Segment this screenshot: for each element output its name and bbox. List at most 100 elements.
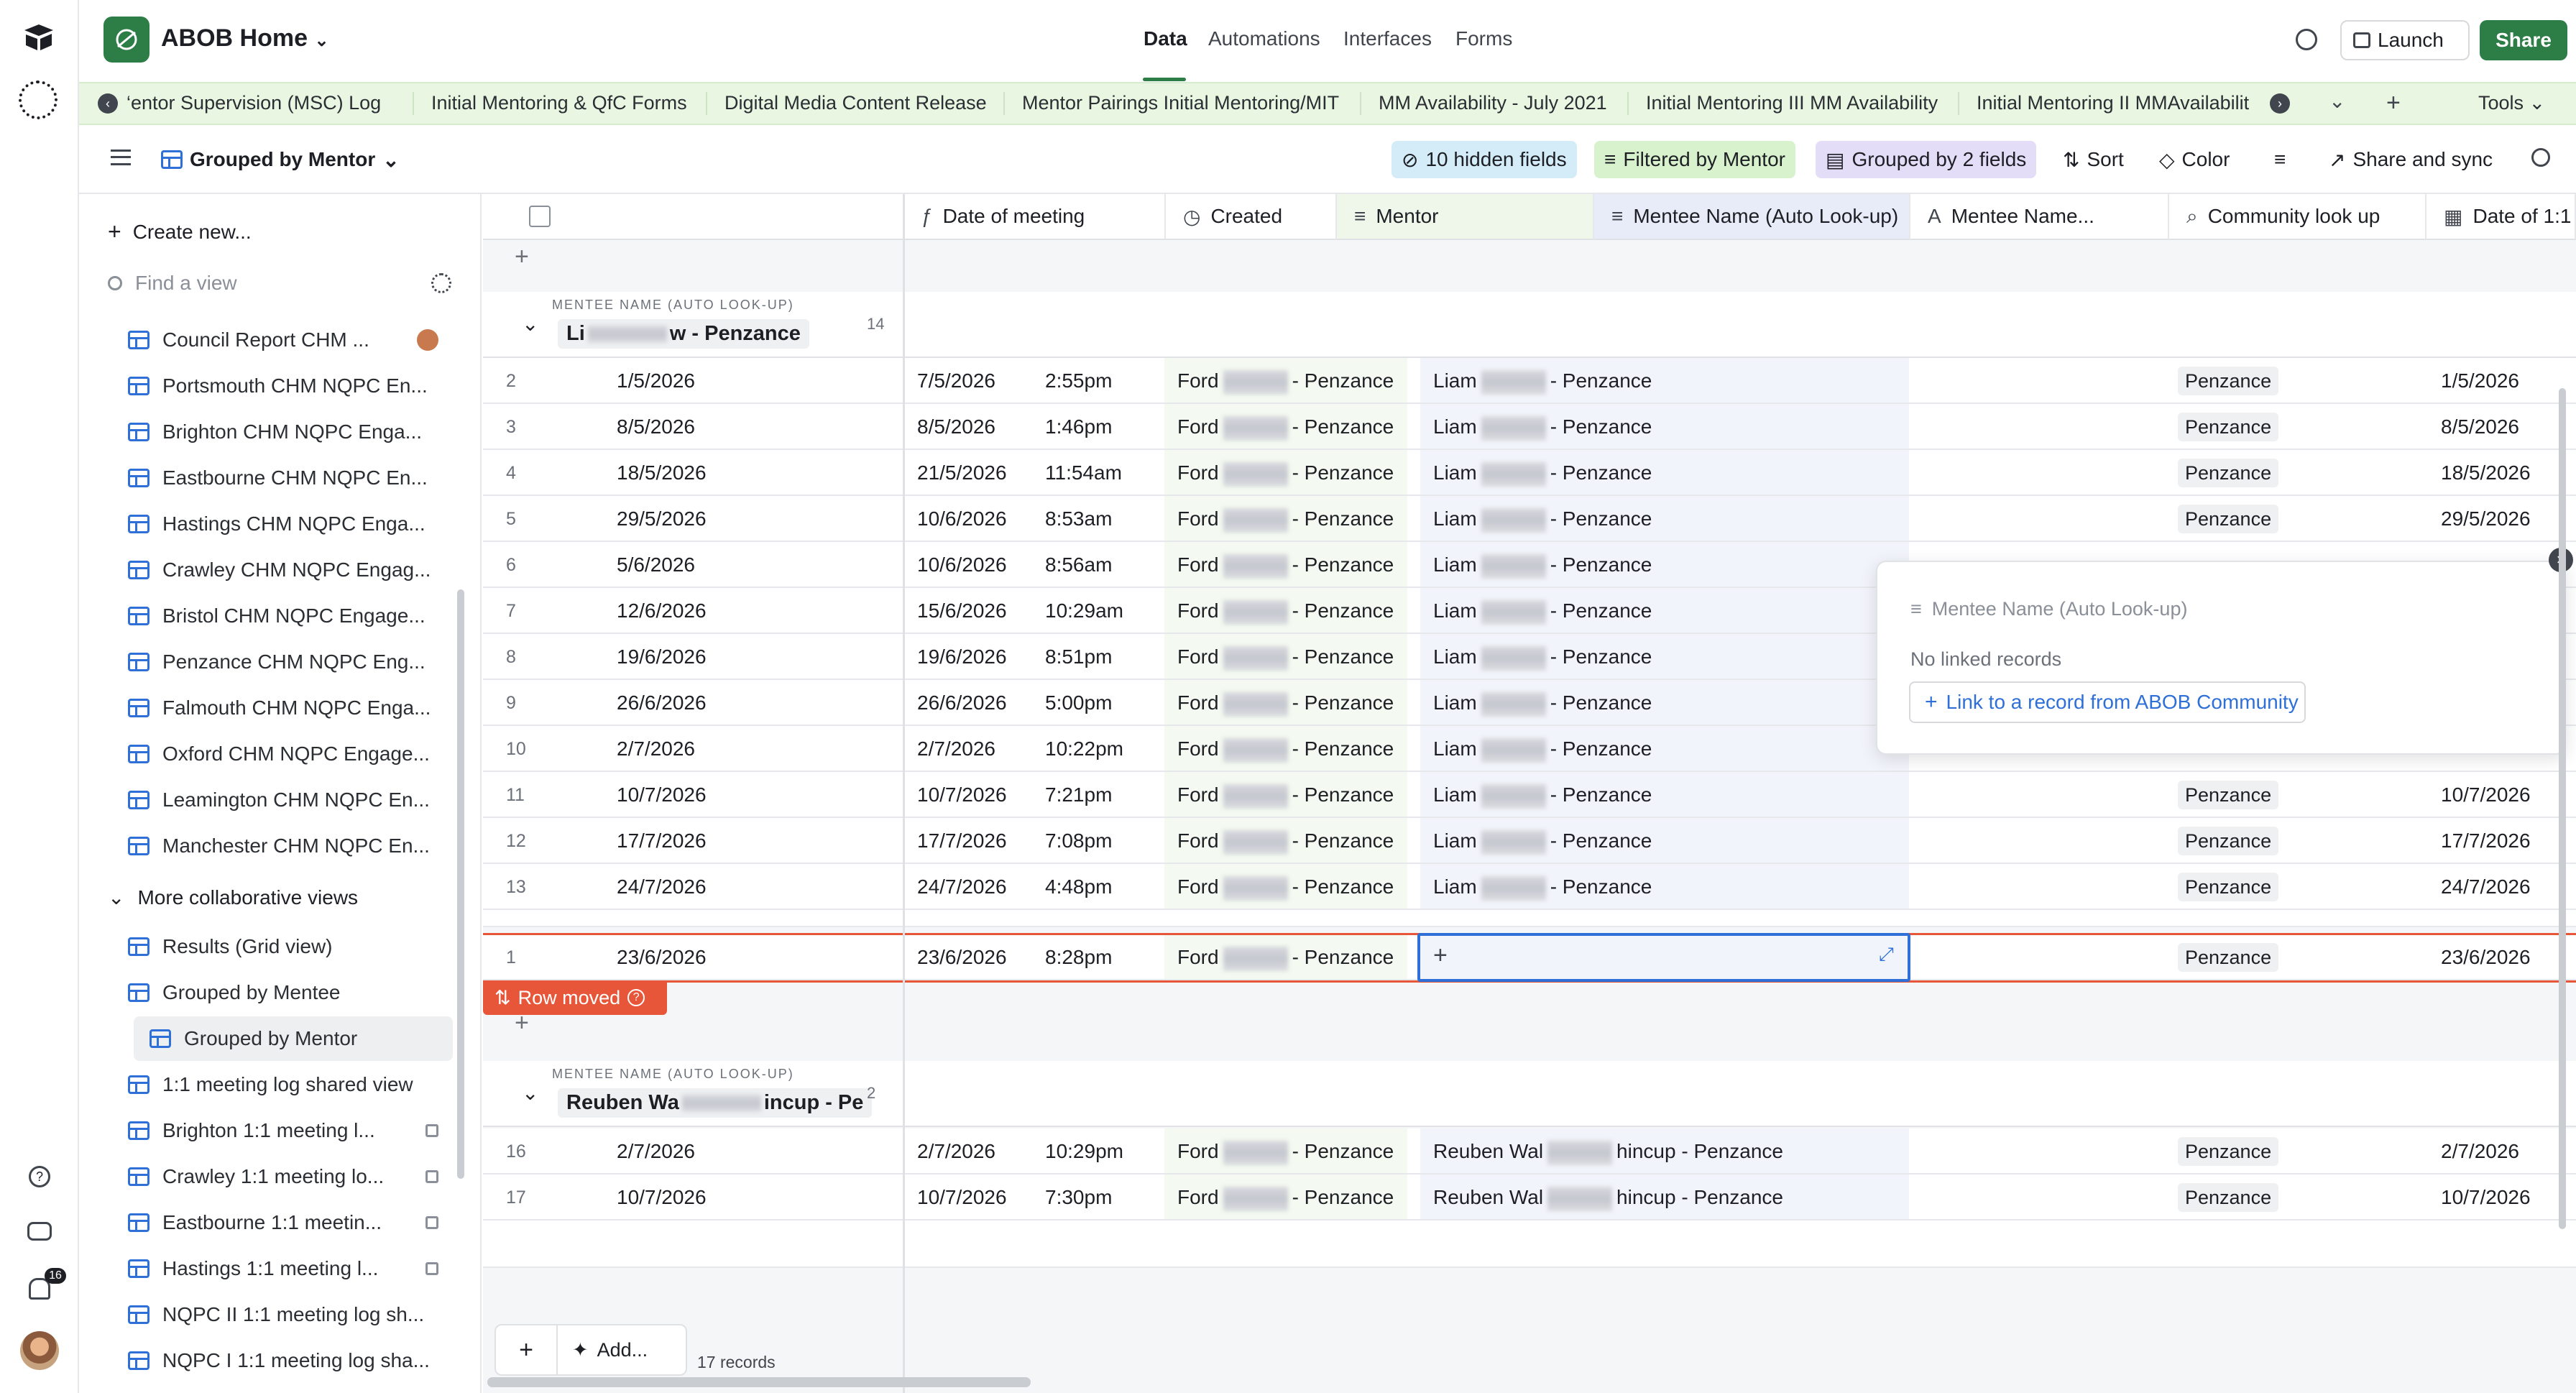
create-new-button[interactable]: + Create new... (108, 219, 252, 245)
tab-forms[interactable]: Forms (1455, 27, 1512, 50)
cell-created-date[interactable]: 19/6/2026 (917, 634, 1007, 680)
cell-community[interactable]: Penzance (2178, 818, 2279, 864)
add-record-plus-icon[interactable]: + (496, 1325, 558, 1374)
cell-mentor[interactable]: Ford - Penzance (1164, 934, 1407, 979)
column-header[interactable]: ƒ Date of meeting (904, 194, 1166, 240)
sidebar-view-item[interactable]: Bristol CHM NQPC Engage... (128, 594, 451, 638)
cell-date-of-meeting[interactable]: 29/5/2026 (617, 496, 707, 542)
sidebar-view-item[interactable]: Oxford CHM NQPC Engage... (128, 732, 451, 776)
horizontal-scrollbar[interactable] (487, 1377, 1031, 1387)
find-view-input[interactable]: Find a view (108, 272, 453, 295)
column-header[interactable]: ≡ Mentor (1337, 194, 1594, 240)
cell-mentor[interactable]: Ford - Penzance (1164, 358, 1407, 403)
cell-created-date[interactable]: 17/7/2026 (917, 818, 1007, 864)
app-title[interactable]: ABOB Home ⌄ (161, 24, 329, 52)
cell-date-of-meeting[interactable]: 8/5/2026 (617, 404, 695, 450)
cell-created-date[interactable]: 15/6/2026 (917, 588, 1007, 634)
scroll-left-icon[interactable]: ‹ (98, 93, 118, 114)
sidebar-view-item[interactable]: Portsmouth CHM NQPC En... (128, 364, 451, 408)
cell-created-date[interactable]: 7/5/2026 (917, 358, 995, 404)
sidebar-view-item[interactable]: Hastings CHM NQPC Enga... (128, 502, 451, 546)
column-header[interactable]: ◷ Created (1166, 194, 1337, 240)
cell-created-date[interactable]: 2/7/2026 (917, 1128, 995, 1174)
table-tab-initial-mentoring-ii[interactable]: Initial Mentoring II MMAvailabilit (1977, 92, 2250, 114)
group-button[interactable]: ▤ Grouped by 2 fields (1816, 141, 2037, 178)
user-avatar[interactable] (20, 1331, 59, 1370)
tab-interfaces[interactable]: Interfaces (1343, 27, 1432, 50)
cell-mentee-lookup[interactable]: Liam - Penzance (1420, 404, 1909, 449)
cell-mentee-lookup[interactable]: Liam - Penzance (1420, 772, 1909, 817)
cell-mentee-lookup[interactable]: Reuben Wal hincup - Penzance (1420, 1174, 1909, 1219)
add-link-plus-icon[interactable]: + (1433, 942, 1448, 970)
chevron-down-icon[interactable]: ⌄ (522, 1081, 538, 1105)
cell-community[interactable]: Penzance (2178, 772, 2279, 818)
help-icon[interactable]: ? (29, 1166, 50, 1187)
cell-date-of-1-1[interactable]: 10/7/2026 (2441, 1174, 2531, 1220)
cell-mentor[interactable]: Ford - Penzance (1164, 542, 1407, 587)
cell-created-time[interactable]: 2:55pm (1045, 358, 1112, 404)
cell-date-of-meeting[interactable]: 2/7/2026 (617, 726, 695, 772)
add-table-icon[interactable]: + (2386, 89, 2401, 117)
cell-mentee-lookup[interactable]: Liam - Penzance (1420, 542, 1909, 587)
cell-mentee-lookup[interactable]: Liam - Penzance (1420, 634, 1909, 679)
cell-community[interactable]: Penzance (2178, 496, 2279, 542)
cell-created-time[interactable]: 8:56am (1045, 542, 1112, 588)
workspace-icon[interactable] (19, 81, 58, 119)
sidebar-collab-view-item[interactable]: Eastbourne 1:1 meetin... (128, 1200, 451, 1245)
cell-created-date[interactable]: 10/6/2026 (917, 496, 1007, 542)
cell-date-of-meeting[interactable]: 5/6/2026 (617, 542, 695, 588)
cell-created-time[interactable]: 7:08pm (1045, 818, 1112, 864)
cell-date-of-meeting[interactable]: 12/6/2026 (617, 588, 707, 634)
cell-date-of-meeting[interactable]: 26/6/2026 (617, 680, 707, 726)
sidebar-view-item[interactable]: Eastbourne CHM NQPC En... (128, 456, 451, 500)
cell-date-of-1-1[interactable]: 2/7/2026 (2441, 1128, 2519, 1174)
settings-gear-icon[interactable] (431, 273, 451, 293)
cell-date-of-1-1[interactable]: 24/7/2026 (2441, 864, 2531, 910)
expand-cell-icon[interactable]: ⤢ (1879, 943, 1894, 966)
scroll-right-icon[interactable]: › (2270, 93, 2290, 114)
cell-created-date[interactable]: 21/5/2026 (917, 450, 1007, 496)
cell-mentee-lookup[interactable]: Liam - Penzance (1420, 358, 1909, 403)
column-header[interactable]: ≡ Mentee Name (Auto Look-up) (1594, 194, 1910, 240)
table-tab-initial-mentoring-iii[interactable]: Initial Mentoring III MM Availability (1646, 92, 1938, 114)
cell-date-of-1-1[interactable]: 18/5/2026 (2441, 450, 2531, 496)
cell-created-time[interactable]: 5:00pm (1045, 680, 1112, 726)
sidebar-collab-view-item[interactable]: 1:1 meeting log shared view (128, 1062, 451, 1107)
sidebar-collab-view-item[interactable]: Results (Grid view) (128, 924, 451, 969)
cell-date-of-1-1[interactable]: 17/7/2026 (2441, 818, 2531, 864)
airtable-logo-icon[interactable] (23, 23, 55, 52)
cell-date-of-meeting[interactable]: 23/6/2026 (617, 934, 707, 980)
cell-date-of-meeting[interactable]: 10/7/2026 (617, 772, 707, 818)
cell-date-of-1-1[interactable]: 29/5/2026 (2441, 496, 2531, 542)
cell-date-of-meeting[interactable]: 19/6/2026 (617, 634, 707, 680)
cell-mentee-lookup[interactable]: Liam - Penzance (1420, 818, 1909, 863)
tab-data[interactable]: Data (1144, 27, 1187, 50)
view-switcher[interactable]: Grouped by Mentor ⌄ (151, 141, 410, 178)
cell-mentor[interactable]: Ford - Penzance (1164, 404, 1407, 449)
color-button[interactable]: ◇ Color (2149, 141, 2240, 178)
cell-community[interactable]: Penzance (2178, 450, 2279, 496)
cell-date-of-meeting[interactable]: 10/7/2026 (617, 1174, 707, 1220)
column-header[interactable]: ⌕ Community look up (2169, 194, 2426, 240)
cell-mentor[interactable]: Ford - Penzance (1164, 1174, 1407, 1219)
cell-created-time[interactable]: 8:28pm (1045, 934, 1112, 980)
tools-menu[interactable]: Tools ⌄ (2478, 92, 2545, 114)
cell-mentor[interactable]: Ford - Penzance (1164, 818, 1407, 863)
cell-mentor[interactable]: Ford - Penzance (1164, 588, 1407, 633)
column-header[interactable]: A Mentee Name... (1910, 194, 2169, 240)
cell-mentor[interactable]: Ford - Penzance (1164, 1128, 1407, 1173)
history-icon[interactable] (2296, 29, 2317, 50)
sidebar-view-item[interactable]: Crawley CHM NQPC Engag... (128, 548, 451, 592)
sidebar-view-item[interactable]: Falmouth CHM NQPC Enga... (128, 686, 451, 730)
cell-date-of-1-1[interactable]: 8/5/2026 (2441, 404, 2519, 450)
sidebar-collab-view-item[interactable]: Hastings 1:1 meeting l... (128, 1246, 451, 1291)
cell-mentor[interactable]: Ford - Penzance (1164, 864, 1407, 909)
add-menu-button[interactable]: ✦ Add... (558, 1339, 648, 1361)
table-tab-mm-availability[interactable]: MM Availability - July 2021 (1379, 92, 1607, 114)
hamburger-menu-icon[interactable] (111, 150, 131, 165)
grid-vertical-scrollbar[interactable] (2559, 388, 2566, 1229)
sidebar-scrollbar[interactable] (457, 589, 464, 1179)
sidebar-view-item[interactable]: Manchester CHM NQPC En... (128, 824, 451, 868)
add-row-plus-icon[interactable]: + (515, 243, 529, 271)
row-moved-badge[interactable]: ⇅ Row moved? (483, 980, 667, 1015)
